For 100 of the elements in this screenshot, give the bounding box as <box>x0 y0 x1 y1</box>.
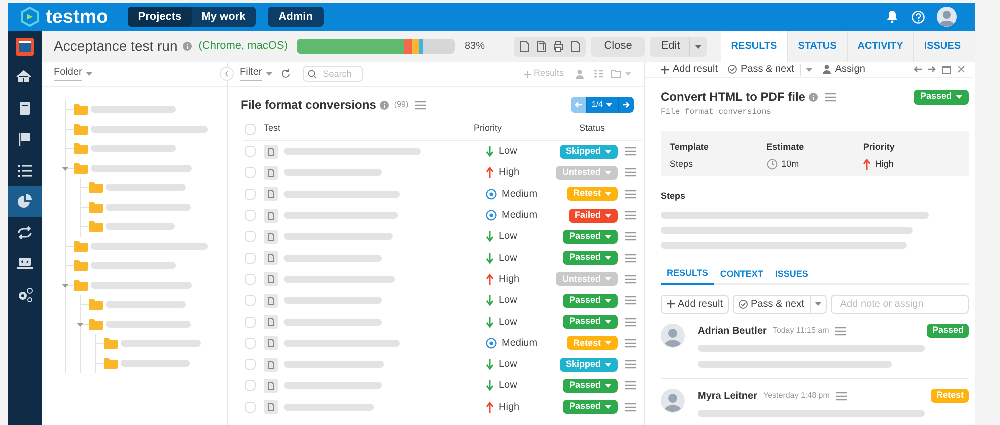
next-button[interactable] <box>619 97 634 113</box>
checkbox[interactable] <box>245 274 256 285</box>
folder-dropdown[interactable]: Folder <box>54 67 82 81</box>
collapse-icon[interactable] <box>220 67 234 81</box>
menu-icon[interactable] <box>414 100 426 110</box>
test-row[interactable]: Low Skipped <box>243 354 644 376</box>
document-icon <box>264 358 278 372</box>
tab[interactable]: ACTIVITY <box>846 31 914 62</box>
run-title: Acceptance test run <box>54 37 178 56</box>
logo-icon <box>20 7 40 27</box>
menu-icon[interactable] <box>625 254 636 263</box>
test-row[interactable]: Low Passed <box>243 375 644 397</box>
pass-next-button[interactable]: Pass & next <box>728 62 794 77</box>
arrow-right-icon[interactable] <box>928 66 936 73</box>
previous-button[interactable] <box>570 97 586 113</box>
nav-tab[interactable]: Projects <box>128 7 192 27</box>
test-row[interactable]: Low Passed <box>243 226 644 248</box>
filter-dropdown[interactable]: Filter <box>240 67 262 81</box>
add-result-button[interactable]: Add result <box>661 294 730 314</box>
folder-icon <box>74 162 88 174</box>
caret-icon <box>605 341 612 346</box>
search-field[interactable]: Search <box>303 66 364 82</box>
checkbox[interactable] <box>245 167 256 178</box>
print-icon[interactable] <box>554 41 564 52</box>
test-row[interactable]: Low Skipped <box>243 141 644 162</box>
document-icon[interactable] <box>571 41 580 52</box>
checkbox[interactable] <box>245 380 256 392</box>
test-row[interactable]: Low Passed <box>243 247 644 269</box>
close-button[interactable]: Close <box>591 36 646 56</box>
test-row[interactable]: Low Passed <box>243 290 644 312</box>
user-icon[interactable] <box>576 70 584 78</box>
menu-icon[interactable] <box>625 296 636 306</box>
tab[interactable]: ISSUES <box>769 264 814 284</box>
help-icon[interactable] <box>912 10 925 24</box>
assign-button[interactable]: Assign <box>823 62 866 77</box>
refresh-icon[interactable] <box>281 69 292 79</box>
status-badge: Passed <box>927 324 969 338</box>
checkbox[interactable] <box>245 188 256 200</box>
menu-icon[interactable] <box>625 274 636 284</box>
menu-icon[interactable] <box>625 402 636 412</box>
window-icon[interactable] <box>942 66 951 74</box>
menu-icon[interactable] <box>625 381 636 390</box>
close-icon[interactable] <box>958 66 965 73</box>
logo-text: testmo <box>46 8 108 26</box>
environment-label: (Chrome, macOS) <box>198 39 288 54</box>
edit-button[interactable]: Edit <box>650 36 708 56</box>
test-row[interactable]: Medium Failed <box>243 204 644 226</box>
document-icon[interactable] <box>520 41 530 52</box>
menu-icon[interactable] <box>625 211 636 220</box>
test-row[interactable]: Medium Retest <box>243 332 644 354</box>
menu-icon[interactable] <box>625 232 636 242</box>
menu-icon[interactable] <box>825 92 836 102</box>
tab[interactable]: RESULTS <box>721 31 788 62</box>
checkbox[interactable] <box>245 316 256 328</box>
caret-icon <box>605 170 612 175</box>
checkbox[interactable] <box>245 146 256 158</box>
tab[interactable]: RESULTS <box>661 264 714 284</box>
document-icon <box>264 208 278 223</box>
field-value: Steps <box>670 158 694 171</box>
menu-icon[interactable] <box>625 147 636 156</box>
menu-icon[interactable] <box>625 168 636 178</box>
add-result-button[interactable]: Add result <box>661 62 718 77</box>
menu-icon[interactable] <box>835 326 846 336</box>
menu-icon[interactable] <box>625 318 636 327</box>
field-label: Template <box>670 141 710 154</box>
checkbox[interactable] <box>245 338 256 349</box>
checkbox[interactable] <box>245 402 256 413</box>
test-row[interactable]: Medium Retest <box>243 184 644 205</box>
menu-icon[interactable] <box>836 392 847 400</box>
test-row[interactable]: Low Passed <box>243 311 644 333</box>
menu-icon[interactable] <box>625 190 636 199</box>
tab[interactable]: ISSUES <box>913 31 971 62</box>
folder-icon <box>104 358 118 369</box>
avatar-icon[interactable] <box>937 7 957 27</box>
bell-icon[interactable] <box>887 11 898 23</box>
checkbox[interactable] <box>245 231 256 242</box>
folder-icon <box>74 124 88 135</box>
checkbox[interactable] <box>245 359 256 370</box>
placeholder-bar <box>121 360 190 367</box>
page-dropdown[interactable]: 1/4 <box>586 97 619 113</box>
menu-icon[interactable] <box>625 338 636 348</box>
folder-outline-icon[interactable] <box>611 70 621 78</box>
checkbox[interactable] <box>245 295 256 306</box>
tab[interactable]: STATUS <box>787 31 847 62</box>
checkbox[interactable] <box>245 124 256 134</box>
columns-icon[interactable] <box>594 70 603 78</box>
caret-icon <box>605 405 612 410</box>
tab[interactable]: CONTEXT <box>714 264 770 284</box>
copy-icon[interactable] <box>537 41 546 52</box>
status-dropdown[interactable]: Failed <box>568 208 618 223</box>
test-row[interactable]: High Passed <box>243 396 644 418</box>
arrow-left-icon[interactable] <box>914 66 922 73</box>
menu-icon[interactable] <box>625 360 636 370</box>
search-icon <box>308 70 318 78</box>
pass-next-button[interactable]: Pass & next <box>733 294 828 314</box>
admin-button[interactable]: Admin <box>268 7 324 27</box>
note-field[interactable]: Add note or assign <box>831 294 969 314</box>
checkbox[interactable] <box>245 210 256 222</box>
field-label: Priority <box>863 141 896 154</box>
checkbox[interactable] <box>245 252 256 264</box>
